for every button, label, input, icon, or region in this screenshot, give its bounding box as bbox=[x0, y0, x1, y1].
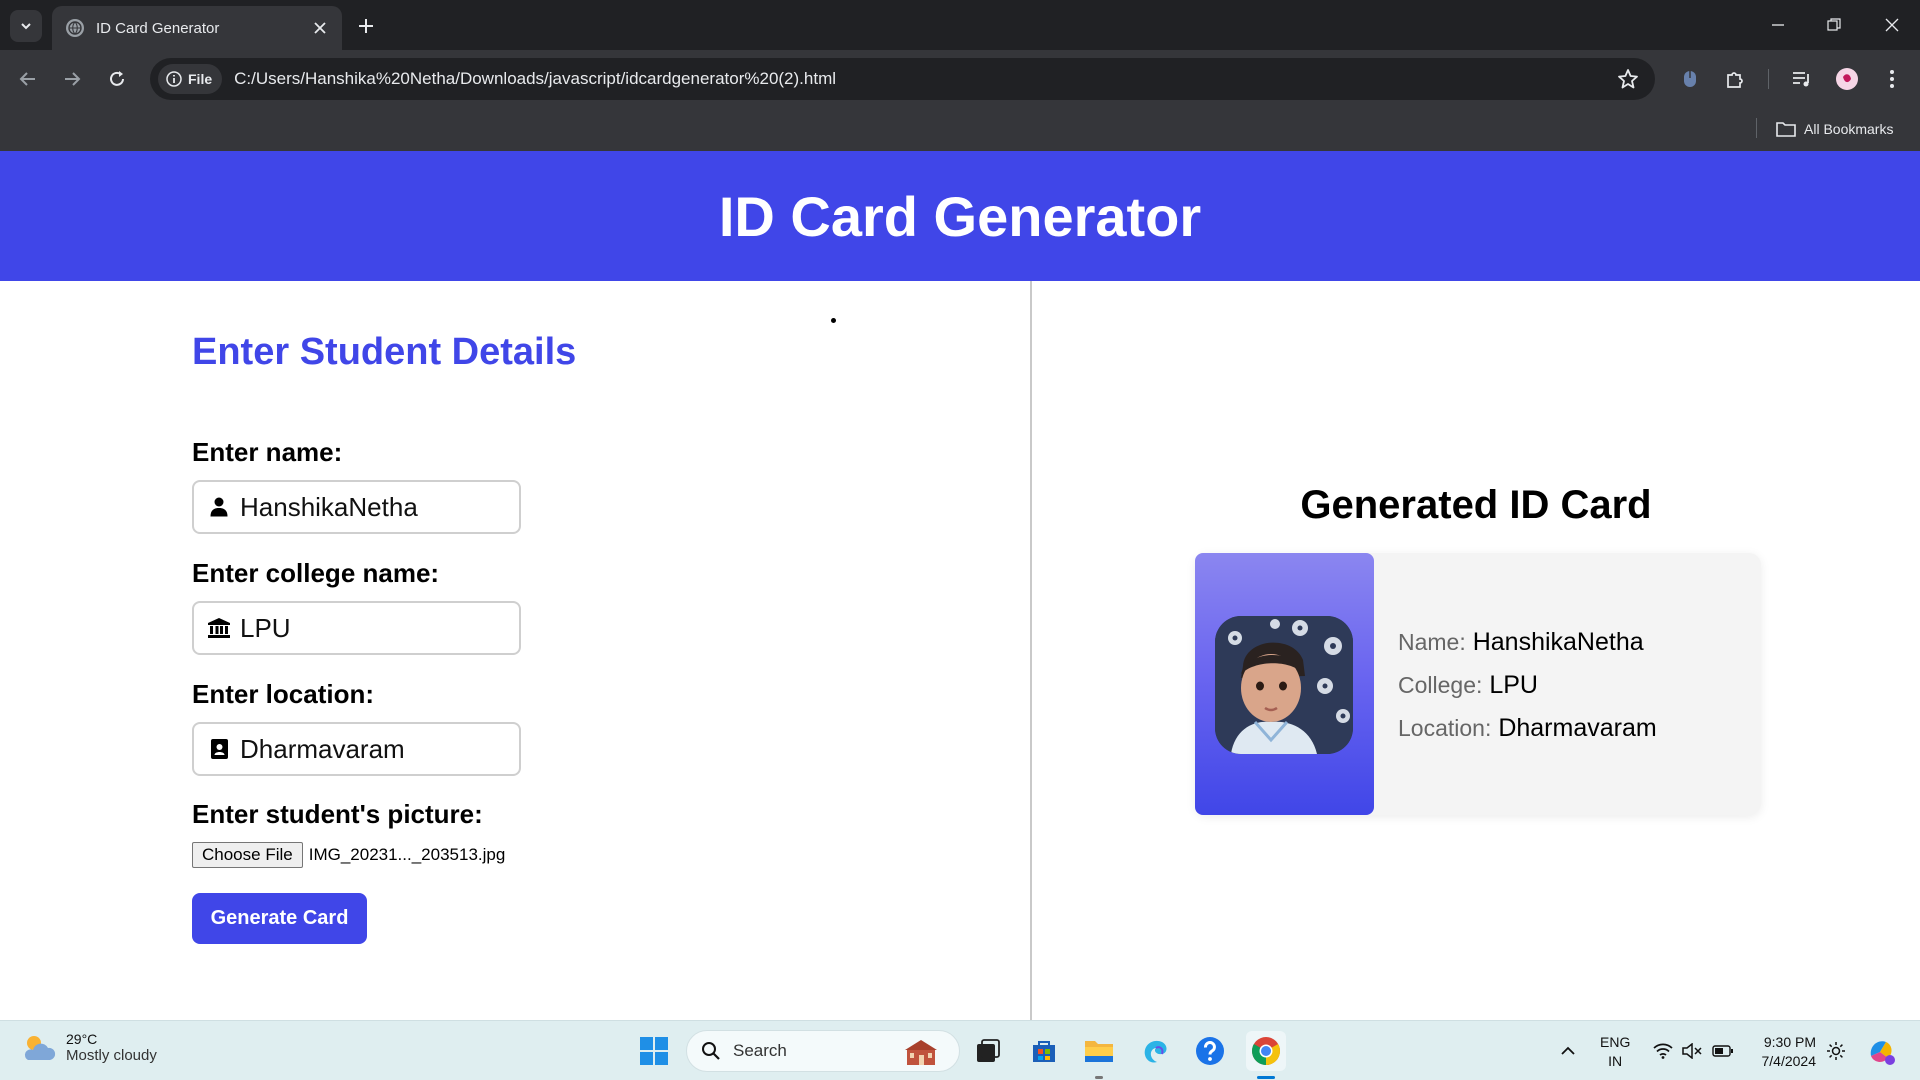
battery-icon[interactable] bbox=[1710, 1021, 1736, 1080]
puzzle-icon[interactable] bbox=[1719, 63, 1751, 95]
tab-title: ID Card Generator bbox=[96, 19, 220, 37]
reload-icon[interactable] bbox=[101, 63, 133, 95]
back-arrow-icon[interactable] bbox=[12, 63, 44, 95]
chrome-icon[interactable] bbox=[1246, 1031, 1286, 1071]
profile-avatar[interactable] bbox=[1831, 63, 1863, 95]
language-indicator[interactable]: ENG IN bbox=[1600, 1033, 1630, 1071]
browser-tab[interactable]: ID Card Generator bbox=[52, 6, 342, 50]
search-highlight-icon bbox=[905, 1040, 937, 1065]
all-bookmarks-label: All Bookmarks bbox=[1804, 121, 1894, 137]
name-label: Enter name: bbox=[192, 437, 343, 467]
college-input-value: LPU bbox=[240, 612, 291, 643]
card-location-label: Location: bbox=[1398, 715, 1492, 741]
file-chip-label: File bbox=[188, 71, 213, 87]
menu-dots-icon[interactable] bbox=[1876, 63, 1908, 95]
card-college-line: College: LPU bbox=[1398, 671, 1657, 700]
weather-condition: Mostly cloudy bbox=[66, 1047, 157, 1064]
location-label: Enter location: bbox=[192, 679, 375, 709]
tab-search-button[interactable] bbox=[10, 10, 42, 42]
institution-icon bbox=[208, 617, 230, 639]
system-clock[interactable]: 9:30 PM 7/4/2024 bbox=[1752, 1033, 1817, 1071]
weather-widget[interactable]: 29°C Mostly cloudy bbox=[20, 1031, 157, 1064]
language-line-2: IN bbox=[1608, 1053, 1623, 1069]
minimize-icon[interactable] bbox=[1750, 0, 1806, 50]
choose-file-button[interactable]: Choose File bbox=[192, 842, 303, 868]
language-line-1: ENG bbox=[1600, 1034, 1631, 1050]
id-card-photo-strip bbox=[1195, 553, 1374, 815]
address-bar[interactable]: File C:/Users/Hanshika%20Netha/Downloads… bbox=[150, 58, 1655, 100]
windows-taskbar: 29°C Mostly cloudy Search ENG IN 9:30 PM… bbox=[0, 1020, 1920, 1080]
explorer-open-indicator bbox=[1095, 1076, 1103, 1079]
college-label: Enter college name: bbox=[192, 558, 440, 588]
chevron-up-icon[interactable] bbox=[1556, 1021, 1580, 1080]
info-icon bbox=[166, 71, 182, 87]
id-card: Name: HanshikaNetha College: LPU Locatio… bbox=[1195, 553, 1761, 815]
student-photo bbox=[1215, 616, 1353, 754]
chrome-active-indicator bbox=[1257, 1076, 1275, 1079]
clock-date: 7/4/2024 bbox=[1761, 1053, 1817, 1069]
star-icon[interactable] bbox=[1617, 68, 1639, 95]
taskbar-search-box[interactable]: Search bbox=[686, 1030, 960, 1072]
toolbar-separator bbox=[1768, 69, 1769, 89]
name-input-value: HanshikaNetha bbox=[240, 491, 418, 522]
location-input[interactable]: Dharmavaram bbox=[192, 722, 521, 776]
search-icon bbox=[702, 1042, 720, 1060]
clock-time: 9:30 PM bbox=[1763, 1034, 1816, 1050]
help-icon[interactable] bbox=[1190, 1031, 1230, 1071]
copilot-icon[interactable] bbox=[1864, 1021, 1898, 1080]
close-window-icon[interactable] bbox=[1864, 0, 1920, 50]
card-name-line: Name: HanshikaNetha bbox=[1398, 628, 1657, 657]
student-form-panel: Enter Student Details Enter name: Hanshi… bbox=[0, 281, 1030, 1020]
location-input-value: Dharmavaram bbox=[240, 733, 405, 764]
card-location-line: Location: Dharmavaram bbox=[1398, 714, 1657, 743]
notification-gear-icon[interactable] bbox=[1824, 1021, 1848, 1080]
chevron-down-icon bbox=[21, 23, 31, 30]
college-input[interactable]: LPU bbox=[192, 601, 521, 655]
browser-toolbar: File C:/Users/Hanshika%20Netha/Downloads… bbox=[0, 50, 1920, 108]
taskbar-search-placeholder: Search bbox=[733, 1041, 787, 1060]
cursor-dot bbox=[831, 318, 836, 323]
selected-file-name: IMG_20231..._203513.jpg bbox=[308, 845, 506, 864]
weather-icon bbox=[24, 1035, 56, 1060]
copilot-edge-icon[interactable] bbox=[1135, 1031, 1175, 1071]
generated-card-title: Generated ID Card bbox=[1300, 483, 1652, 527]
restore-icon[interactable] bbox=[1806, 0, 1862, 50]
wifi-icon[interactable] bbox=[1651, 1021, 1675, 1080]
bookmarks-bar: All Bookmarks bbox=[0, 108, 1920, 151]
windows-start-icon[interactable] bbox=[634, 1031, 674, 1071]
url-text[interactable]: C:/Users/Hanshika%20Netha/Downloads/java… bbox=[234, 69, 836, 89]
card-location-value: Dharmavaram bbox=[1498, 714, 1657, 742]
user-icon bbox=[208, 496, 230, 518]
generate-card-button[interactable]: Generate Card bbox=[192, 893, 367, 944]
globe-icon bbox=[66, 19, 84, 37]
picture-label: Enter student's picture: bbox=[192, 799, 483, 829]
microsoft-store-icon[interactable] bbox=[1024, 1031, 1064, 1071]
picture-file-input: Choose File IMG_20231..._203513.jpg bbox=[192, 842, 505, 868]
task-view-icon[interactable] bbox=[968, 1031, 1008, 1071]
generated-card-panel: Generated ID Card Name: HanshikaNetha Co… bbox=[1032, 281, 1920, 1020]
extension-icon[interactable] bbox=[1674, 63, 1706, 95]
speaker-muted-icon[interactable] bbox=[1680, 1021, 1704, 1080]
card-college-label: College: bbox=[1398, 672, 1483, 698]
browser-tab-bar: ID Card Generator bbox=[0, 0, 1920, 50]
address-card-icon bbox=[208, 738, 230, 760]
folder-icon bbox=[1776, 122, 1796, 137]
new-tab-plus-icon[interactable] bbox=[352, 12, 380, 40]
page-title: ID Card Generator bbox=[718, 184, 1202, 248]
forward-arrow-icon[interactable] bbox=[56, 63, 88, 95]
card-name-label: Name: bbox=[1398, 629, 1466, 655]
tab-close-icon[interactable] bbox=[310, 18, 330, 38]
all-bookmarks-button[interactable]: All Bookmarks bbox=[1776, 116, 1893, 142]
id-card-info: Name: HanshikaNetha College: LPU Locatio… bbox=[1398, 628, 1657, 757]
site-info-chip[interactable]: File bbox=[158, 64, 223, 94]
card-name-value: HanshikaNetha bbox=[1472, 628, 1644, 656]
page-header: ID Card Generator bbox=[0, 151, 1920, 281]
media-icon[interactable] bbox=[1786, 63, 1818, 95]
card-college-value: LPU bbox=[1489, 671, 1538, 699]
name-input[interactable]: HanshikaNetha bbox=[192, 480, 521, 534]
weather-temperature: 29°C bbox=[66, 1031, 98, 1047]
file-explorer-icon[interactable] bbox=[1079, 1031, 1119, 1071]
bookmarks-separator bbox=[1756, 118, 1757, 138]
form-section-title: Enter Student Details bbox=[192, 331, 577, 373]
